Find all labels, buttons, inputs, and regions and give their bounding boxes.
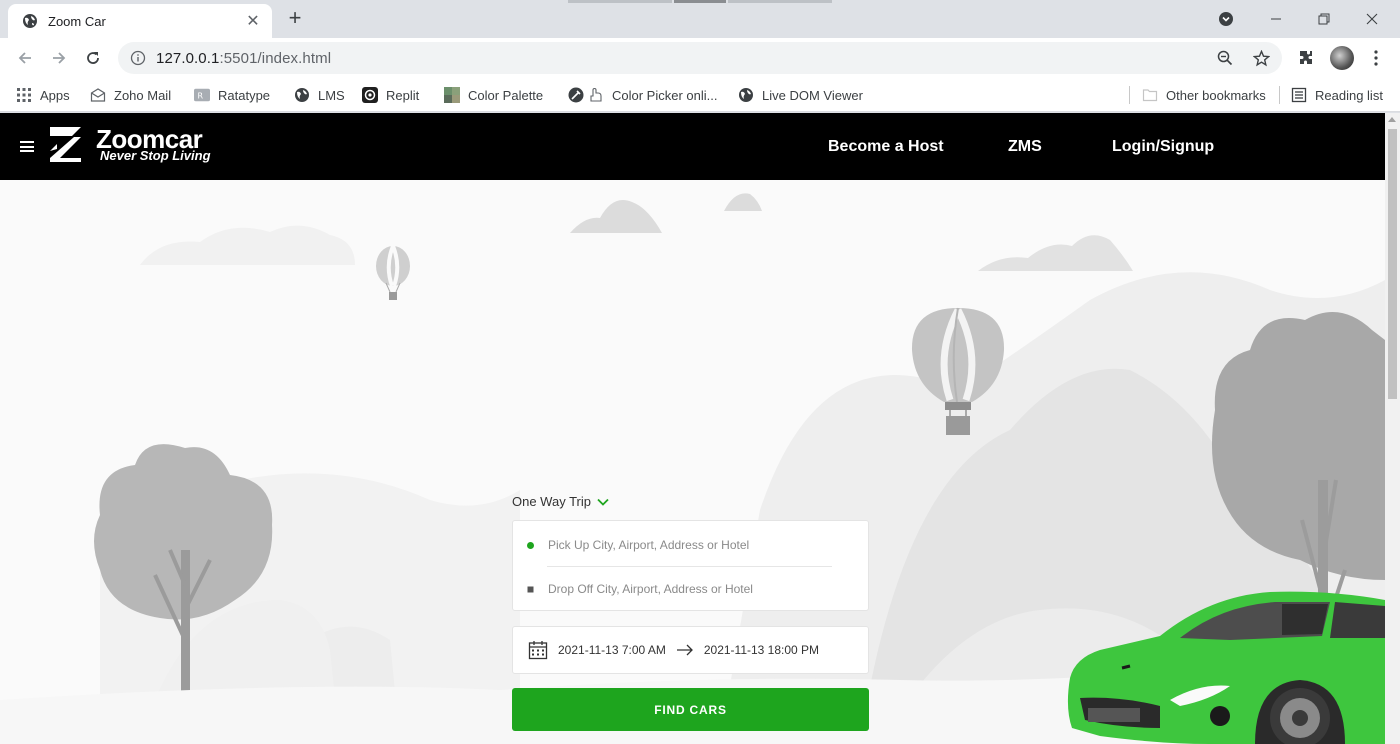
forward-button[interactable] [46,45,72,71]
svg-text:R: R [198,92,204,101]
bookmark-color-palette[interactable]: Color Palette [444,83,543,107]
mail-icon [90,87,106,103]
reading-list-icon [1291,87,1307,103]
tab-strip-indicator [728,0,832,3]
info-icon[interactable] [130,50,146,66]
bookmark-apps[interactable]: Apps [16,83,70,107]
bookmark-label: Ratatype [218,87,271,103]
new-tab-button[interactable]: + [284,7,306,30]
hot-air-balloon-small [376,245,410,300]
dropoff-square-icon [527,586,534,592]
bookmark-live-dom-viewer[interactable]: Live DOM Viewer [738,83,863,107]
dropoff-input[interactable] [548,582,838,596]
reading-list[interactable]: Reading list [1291,83,1383,107]
arrow-left-icon [18,52,31,64]
kebab-menu-icon[interactable] [1364,46,1388,70]
palette-icon [444,87,460,103]
url-text: 127.0.0.1:5501/index.html [156,50,1198,67]
nav-login-signup[interactable]: Login/Signup [1112,138,1214,156]
reading-list-label: Reading list [1315,87,1383,103]
cloud-illustration [724,193,762,211]
bookmark-zoho-mail[interactable]: Zoho Mail [90,83,171,107]
reload-button[interactable] [80,45,106,71]
apps-grid-icon [16,87,32,103]
bookmark-lms[interactable]: LMS [294,83,345,107]
nav-become-host[interactable]: Become a Host [828,138,944,156]
bookmark-label: Replit [386,87,420,103]
avatar[interactable] [1330,46,1354,70]
extensions-icon[interactable] [1294,46,1318,70]
tab-title: Zoom Car [48,13,106,29]
bookmark-label: Apps [40,87,70,103]
bookmark-color-picker[interactable]: Color Picker onli... [568,83,717,107]
zoomcar-logo-icon[interactable] [48,125,84,163]
location-card [512,520,869,611]
address-bar[interactable]: 127.0.0.1:5501/index.html [118,42,1282,74]
other-bookmarks[interactable]: Other bookmarks [1142,83,1266,107]
start-datetime: 2021-11-13 7:00 AM [558,643,666,657]
bookmark-label: Live DOM Viewer [762,87,863,103]
page-viewport: Zoomcar Never Stop Living Become a Host … [0,113,1385,744]
trip-type-label: One Way Trip [512,494,591,509]
zoom-icon[interactable] [1216,49,1234,67]
globe-icon [294,87,310,103]
cloud-illustration [570,200,662,233]
url-host: 127.0.0.1 [156,49,220,67]
bookmark-replit[interactable]: Replit [362,83,419,107]
pickup-input[interactable] [548,538,838,552]
trip-type-dropdown[interactable]: One Way Trip [512,494,609,509]
bookmark-ratatype[interactable]: R Ratatype [194,83,270,107]
calendar-icon [528,641,548,660]
nav-zms[interactable]: ZMS [1008,138,1042,156]
brand-tagline: Never Stop Living [100,148,211,163]
pickup-row [513,523,868,567]
bookmark-label: Color Palette [468,87,544,103]
cloud-illustration [140,225,355,265]
arrow-right-icon [676,644,693,656]
bookmark-label: LMS [318,87,345,103]
pickup-dot-icon [527,541,534,549]
chevron-down-icon [597,498,609,506]
site-header: Zoomcar Never Stop Living Become a Host … [0,113,1385,180]
find-cars-button[interactable]: FIND CARS [512,688,869,731]
bookmarks-bar: Apps Zoho Mail R Ratatype LMS Replit Col… [0,78,1400,112]
reload-icon [87,52,99,64]
scroll-up-icon[interactable] [1388,117,1396,122]
other-bookmarks-label: Other bookmarks [1166,87,1266,103]
dropoff-row [513,567,868,611]
color-picker-icon [568,87,604,103]
arrow-right-icon [53,52,66,64]
hamburger-menu-icon[interactable] [20,141,34,152]
end-datetime: 2021-11-13 18:00 PM [703,643,820,657]
globe-icon [738,87,754,103]
bookmark-star-icon[interactable] [1252,49,1270,67]
bookmark-separator [1279,86,1280,104]
back-button[interactable] [12,45,38,71]
close-window-icon[interactable] [1358,6,1386,32]
bookmark-label: Zoho Mail [114,87,172,103]
url-path: :5501/index.html [219,49,332,67]
replit-icon [362,87,378,103]
folder-icon [1142,87,1158,103]
tab-strip-indicator [568,0,672,3]
car-illustration [1067,591,1385,744]
ratatype-icon: R [194,87,210,103]
scrollbar-thumb[interactable] [1388,129,1397,399]
browser-toolbar: 127.0.0.1:5501/index.html [0,38,1400,78]
bookmark-label: Color Picker onli... [612,87,718,103]
profile-menu-icon[interactable] [1212,6,1240,32]
minimize-icon[interactable] [1262,6,1290,32]
restore-icon[interactable] [1310,6,1338,32]
browser-tab[interactable]: Zoom Car ✕ [8,4,272,38]
bookmark-separator [1129,86,1130,104]
date-range-picker[interactable]: 2021-11-13 7:00 AM 2021-11-13 18:00 PM [512,626,869,674]
globe-icon [23,14,37,28]
page-scrollbar[interactable] [1385,113,1400,744]
browser-tab-strip: Zoom Car ✕ + [0,0,1400,38]
close-tab-icon[interactable]: ✕ [244,11,262,31]
cloud-illustration [978,235,1133,271]
tab-strip-indicator [674,0,726,3]
